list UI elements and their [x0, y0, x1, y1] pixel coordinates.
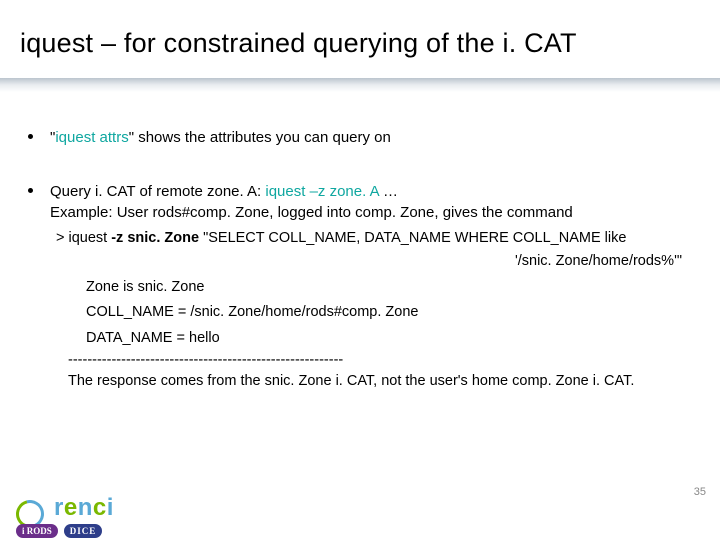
bullet-1: "iquest attrs" shows the attributes you … — [28, 128, 692, 148]
command-line-2: '/snic. Zone/home/rods%'" — [56, 252, 692, 272]
separator-dashes: ----------------------------------------… — [68, 351, 692, 371]
badge-irods: i RODS — [16, 524, 58, 538]
page-number: 35 — [694, 486, 706, 498]
response-note: The response comes from the snic. Zone i… — [68, 372, 692, 392]
bullet-dot-icon — [28, 188, 33, 193]
footer-logo-renci: renci — [16, 494, 114, 528]
badge-dice: DICE — [64, 524, 103, 538]
slide-body: "iquest attrs" shows the attributes you … — [28, 128, 692, 392]
cmd-flag: -z snic. Zone — [111, 230, 199, 246]
cmd-rest1: "SELECT COLL_NAME, DATA_NAME WHERE COLL_… — [199, 230, 626, 246]
output-line-3: DATA_NAME = hello — [86, 329, 692, 349]
command-line-1: > iquest -z snic. Zone "SELECT COLL_NAME… — [56, 229, 692, 249]
bullet1-cmd: iquest attrs — [55, 129, 128, 146]
bullet2-line1-pre: Query i. CAT of remote zone. A: — [50, 183, 265, 200]
bullet2-line1-cmd: iquest –z zone. A — [265, 183, 378, 200]
output-line-1: Zone is snic. Zone — [86, 278, 692, 298]
output-line-2: COLL_NAME = /snic. Zone/home/rods#comp. … — [86, 303, 692, 323]
bullet-dot-icon — [28, 134, 33, 139]
renci-wordmark: renci — [54, 494, 114, 522]
bullet-2: Query i. CAT of remote zone. A: iquest –… — [28, 182, 692, 223]
slide-title: iquest – for constrained querying of the… — [0, 0, 720, 69]
title-underline — [0, 78, 720, 100]
bullet1-post: " shows the attributes you can query on — [129, 129, 391, 146]
bullet2-line1-post: … — [379, 183, 398, 200]
slide: iquest – for constrained querying of the… — [0, 0, 720, 540]
footer-badges: i RODS DICE — [16, 524, 102, 538]
cmd-prompt: > iquest — [56, 230, 111, 246]
bullet2-line2: Example: User rods#comp. Zone, logged in… — [50, 203, 692, 223]
